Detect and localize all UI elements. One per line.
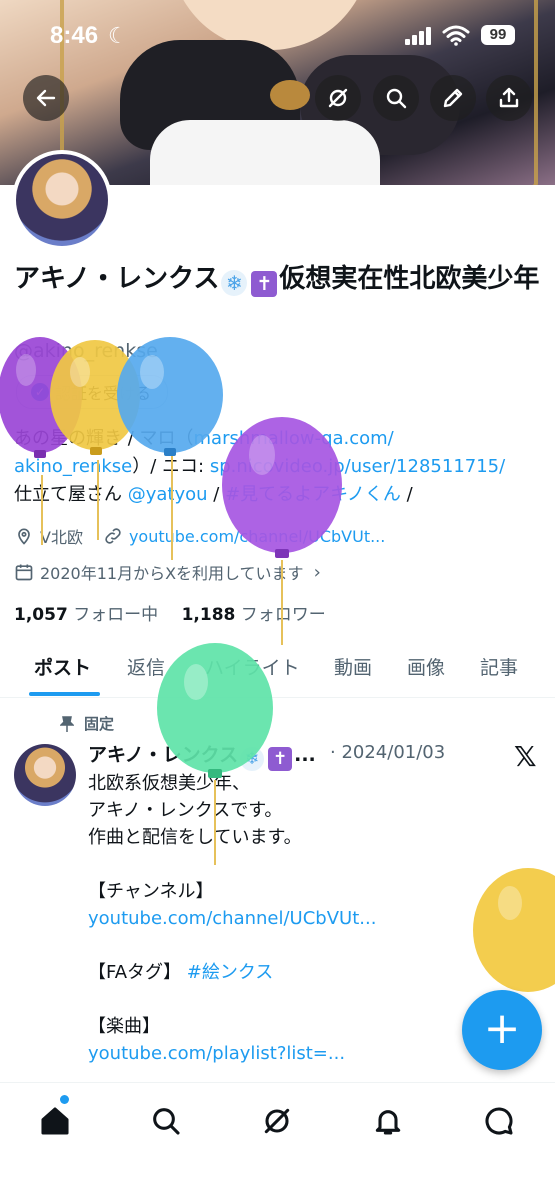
following-count: 1,057 (14, 605, 68, 625)
snowflake-emoji-icon: ❄ (240, 747, 265, 771)
bio-text-5: / (400, 484, 413, 505)
tab-highlights[interactable]: ハイライト (205, 653, 300, 680)
grok-icon (264, 1108, 290, 1134)
bio-link-nico[interactable]: sp.nicovideo.jp/user/128511715/ (210, 456, 505, 477)
tab-articles[interactable]: 記事 (480, 653, 518, 680)
profile-meta-row: V北欧 youtube.com/channel/UCbVUt... (14, 524, 385, 548)
tab-replies[interactable]: 返信 (127, 653, 165, 680)
following-label: フォロー中 (73, 605, 159, 625)
search-icon (386, 88, 407, 109)
tab-posts[interactable]: ポスト (34, 653, 91, 680)
following-link[interactable]: 1,057 フォロー中 (14, 605, 158, 625)
bio-hashtag[interactable]: #見てるよアキノくん (225, 484, 401, 505)
battery-indicator: 99 (481, 25, 515, 45)
tab-videos[interactable]: 動画 (334, 653, 372, 680)
bell-icon (375, 1110, 401, 1135)
profile-location: V北欧 (40, 528, 83, 547)
back-arrow-icon (36, 89, 56, 107)
post-line-2: アキノ・レンクスです。 (88, 800, 283, 821)
post-music-label: 【楽曲】 (88, 1016, 160, 1037)
tab-images[interactable]: 画像 (407, 653, 445, 680)
post-line-1: 北欧系仮想美少年、 (88, 773, 250, 794)
nav-search[interactable] (146, 1101, 186, 1141)
bio-text-3: 仕立て屋さん (14, 484, 128, 505)
post-author-ellipsis: ... (294, 744, 316, 766)
bio-text-2: ）/ ニコ: (132, 456, 210, 477)
nav-notifications[interactable] (368, 1101, 408, 1141)
cellular-signal-icon (405, 27, 431, 45)
compose-post-button[interactable]: + (462, 990, 542, 1070)
profile-website-link[interactable]: youtube.com/channel/UCbVUt... (129, 527, 385, 546)
active-tab-indicator (29, 692, 100, 696)
bio-text-4: / (207, 484, 226, 505)
post-channel-link[interactable]: youtube.com/channel/UCbVUt... (88, 908, 376, 929)
link-icon (105, 528, 121, 544)
post-music-link[interactable]: youtube.com/playlist?list=... (88, 1043, 345, 1064)
post-date[interactable]: · 2024/01/03 (330, 742, 445, 763)
profile-display-name: アキノ・レンクス ❄ ✝ 仮想実在性北欧美少年 (14, 262, 544, 297)
followers-count: 1,188 (181, 605, 236, 625)
profile-joined-date: 2020年11月からXを利用しています (40, 564, 304, 583)
grok-icon (328, 88, 348, 108)
status-bar: 8:46 ☾ 99 (0, 0, 555, 70)
post-fa-label: 【FAタグ】 (88, 962, 187, 983)
back-button[interactable] (23, 75, 69, 121)
pinned-indicator: 固定 (60, 713, 114, 734)
chevron-right-icon: › (313, 561, 321, 583)
status-time: 8:46 (50, 22, 99, 49)
home-unread-dot (60, 1095, 69, 1104)
get-verified-label: 認証を受ける (55, 384, 152, 403)
nav-messages[interactable] (479, 1101, 519, 1141)
post-line-3: 作曲と配信をしています。 (88, 827, 302, 848)
profile-avatar[interactable] (12, 150, 112, 250)
share-button[interactable] (486, 75, 532, 121)
post-fa-hashtag[interactable]: #絵ンクス (187, 962, 274, 983)
bio-text-1: あの星の輝き / マロ（ (14, 428, 194, 449)
display-name-suffix: 仮想実在性北欧美少年 (279, 264, 540, 294)
profile-joined-row[interactable]: 2020年11月からXを利用しています › (14, 560, 321, 584)
profile-tabs: ポスト 返信 ハイライト 動画 画像 記事 (0, 645, 555, 698)
follow-stats: 1,057 フォロー中 1,188 フォロワー (14, 600, 326, 625)
location-pin-icon (18, 528, 30, 545)
grok-button[interactable] (315, 75, 361, 121)
nav-home[interactable] (35, 1101, 75, 1141)
post-author-text: アキノ・レンクス (88, 744, 239, 766)
bottom-navigation (0, 1082, 555, 1201)
search-button[interactable] (373, 75, 419, 121)
x-logo-icon[interactable]: 𝕏 (514, 740, 537, 773)
edit-button[interactable] (430, 75, 476, 121)
post-channel-label: 【チャンネル】 (88, 881, 214, 902)
cross-emoji-icon: ✝ (268, 747, 293, 771)
bio-mention[interactable]: @yatyou (128, 484, 208, 505)
message-icon (485, 1107, 513, 1135)
moon-icon: ☾ (108, 24, 128, 49)
edit-icon (443, 88, 463, 108)
post-author-avatar[interactable] (14, 744, 76, 806)
snowflake-emoji-icon: ❄ (221, 270, 248, 296)
home-icon (41, 1107, 69, 1135)
bio-link-marshmallow[interactable]: marshmallow-qa.com/ (194, 428, 394, 449)
nav-grok[interactable] (257, 1101, 297, 1141)
calendar-icon (15, 564, 33, 581)
followers-link[interactable]: 1,188 フォロワー (182, 605, 326, 625)
post-author-name[interactable]: アキノ・レンクス ❄ ✝... (88, 740, 316, 771)
pinned-label: 固定 (84, 715, 115, 733)
get-verified-button[interactable]: ✓ 認証を受ける (16, 375, 169, 409)
profile-bio: あの星の輝き / マロ（marshmallow-qa.com/akino_ren… (14, 425, 544, 509)
display-name-text: アキノ・レンクス (14, 264, 220, 294)
wifi-icon (442, 25, 470, 46)
followers-label: フォロワー (240, 605, 326, 625)
share-icon (499, 87, 519, 108)
pin-icon (60, 715, 74, 732)
search-icon (153, 1108, 180, 1135)
bio-link-marshmallow-2[interactable]: akino_renkse (14, 456, 132, 477)
verified-badge-icon: ✓ (31, 383, 49, 401)
cross-emoji-icon: ✝ (251, 271, 278, 297)
profile-handle: @akino_renkse (14, 340, 158, 362)
